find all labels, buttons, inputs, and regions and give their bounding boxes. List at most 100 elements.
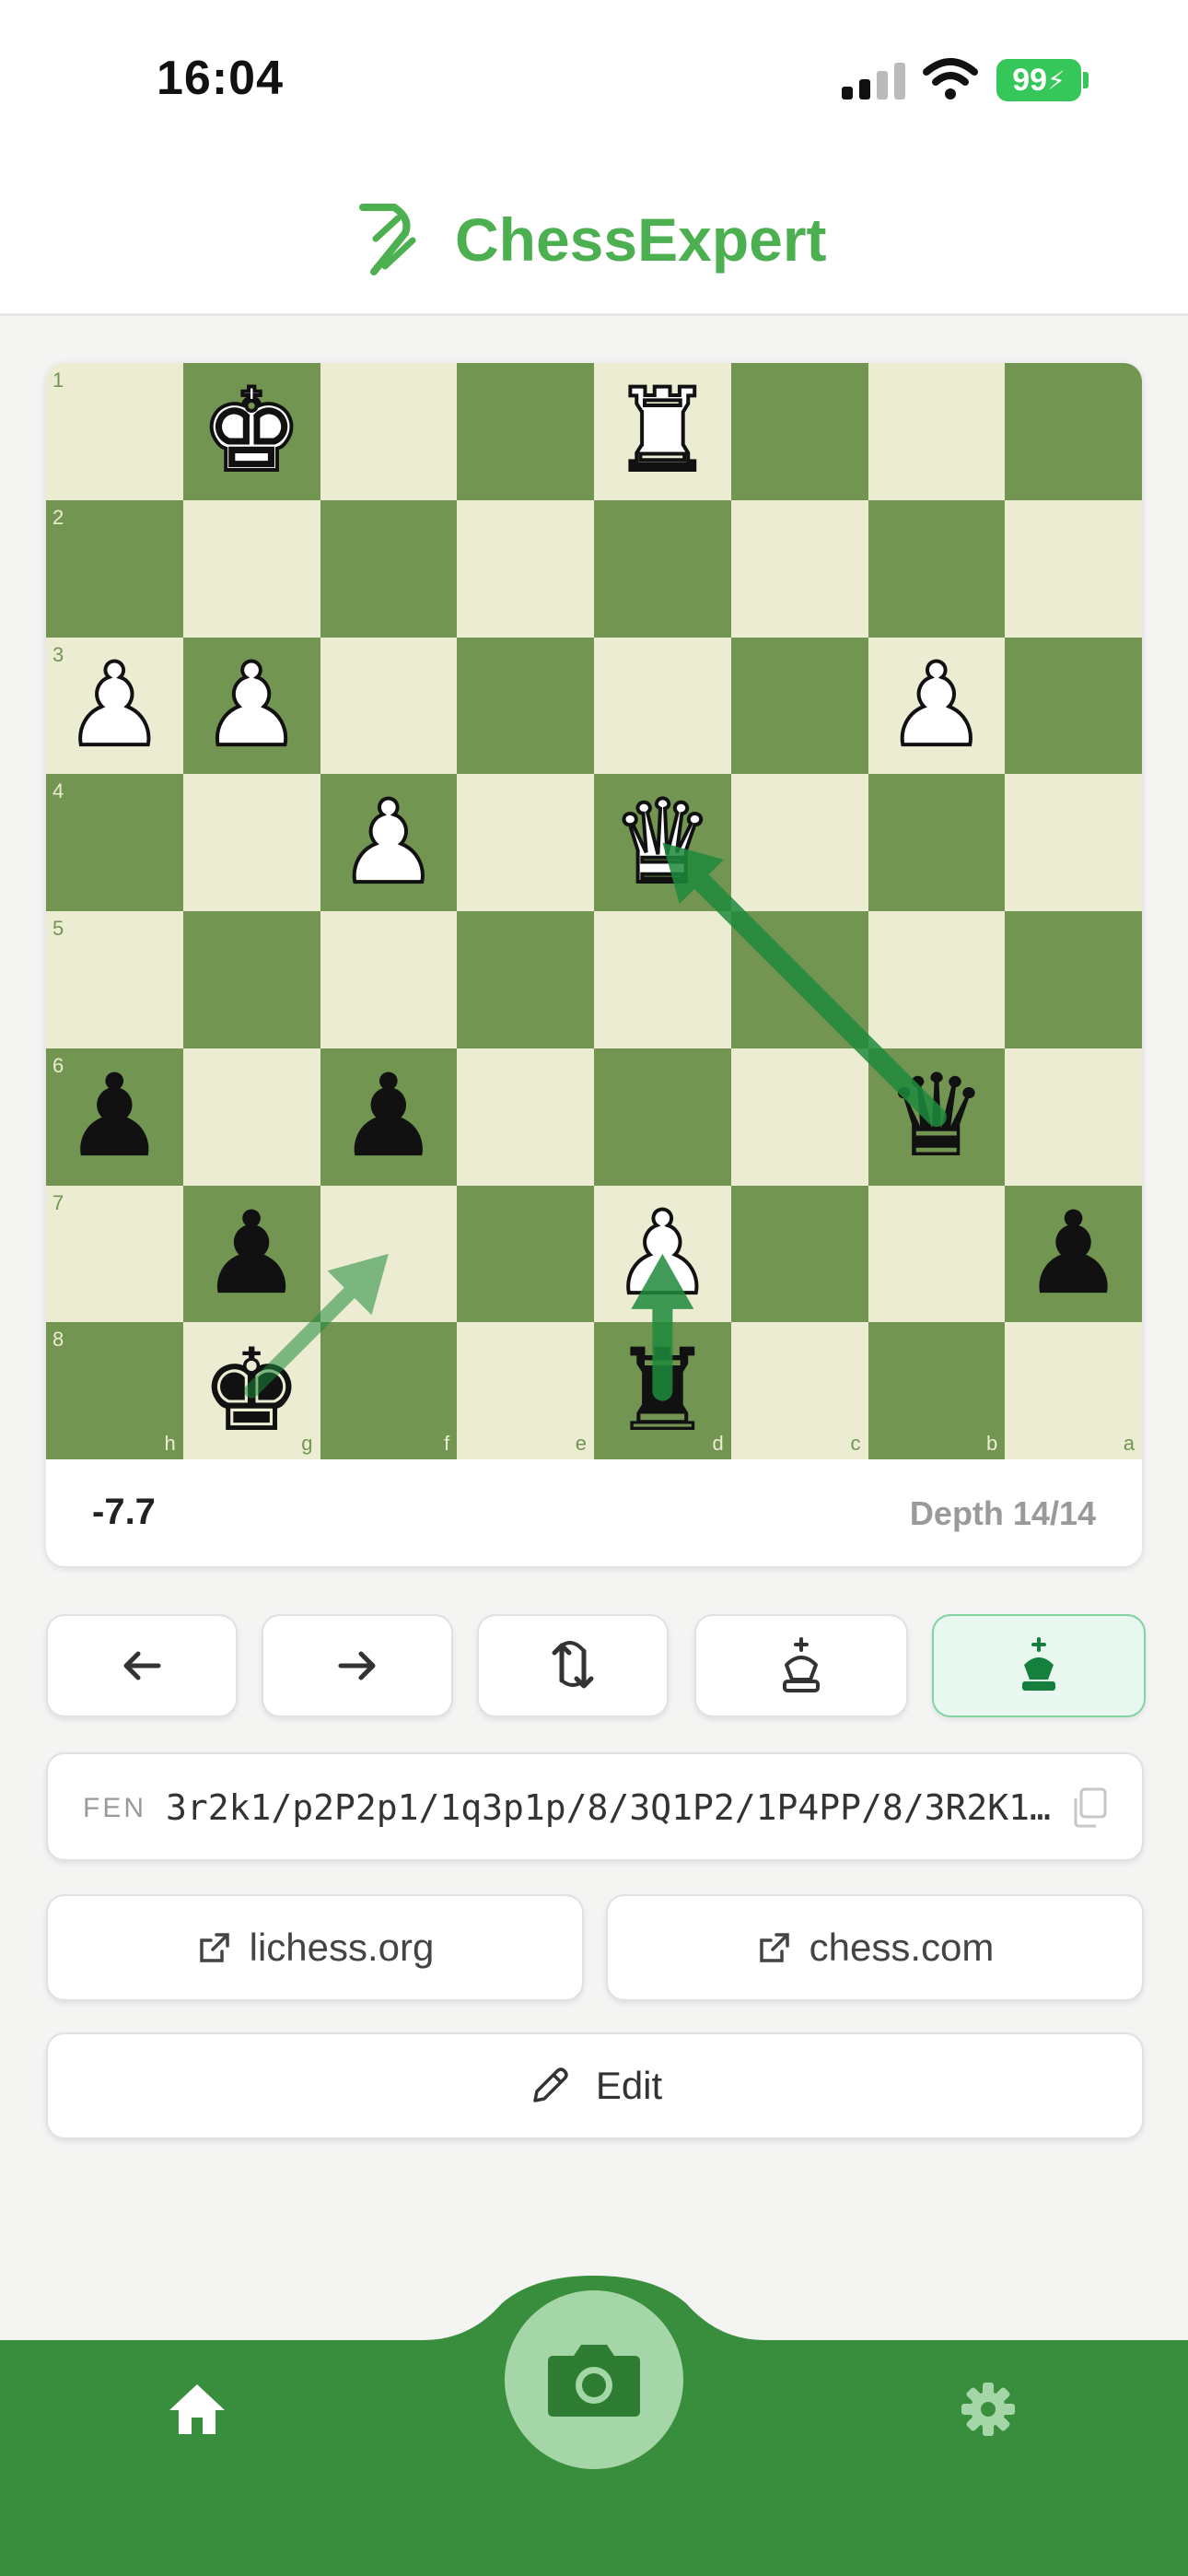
square-c1[interactable] [730,363,868,500]
square-a1[interactable] [1005,363,1142,500]
square-b7[interactable] [868,1185,1006,1323]
white-pawn-icon[interactable]: ♟ [868,638,1006,775]
rank-label: 2 [52,505,64,529]
board-card: 1 2 3 4 5 6 7 8 h g f e d c b a ♚ ♜ ♟ ♟ ♟ ♟ ♛ ♟ ♟ ♛ ♟ ♟ ♟ ♚ ♜ -7.7 Dep… [46,363,1142,1566]
square-e8[interactable]: e [457,1322,594,1459]
square-b2[interactable] [868,499,1006,638]
square-c5[interactable] [730,911,868,1048]
play-as-white-button[interactable] [694,1614,908,1717]
square-d5[interactable] [594,911,731,1048]
square-d2[interactable] [594,499,731,638]
arrow-left-icon [123,1651,161,1680]
square-f5[interactable] [320,911,458,1048]
flip-board-button[interactable] [477,1614,669,1717]
square-f1[interactable] [320,363,458,500]
black-pawn-icon[interactable]: ♟ [1005,1186,1142,1323]
square-e2[interactable] [457,499,594,638]
white-queen-icon[interactable]: ♛ [594,774,731,911]
square-g6[interactable] [182,1048,320,1186]
rank-label: 5 [52,917,64,940]
chesscom-button[interactable]: chess.com [606,1894,1144,2001]
edit-label: Edit [595,2064,663,2107]
white-pawn-icon[interactable]: ♟ [46,638,183,775]
file-label: h [164,1432,176,1455]
square-c6[interactable] [730,1048,868,1186]
next-move-button[interactable] [262,1614,453,1717]
black-pawn-icon[interactable]: ♟ [46,1048,183,1186]
square-e3[interactable] [457,637,594,775]
play-as-black-button[interactable] [932,1614,1146,1717]
rank-label: 8 [52,1328,64,1352]
square-d6[interactable] [594,1048,731,1186]
white-king-icon[interactable]: ♚ [183,363,320,500]
settings-icon[interactable] [960,2381,1017,2438]
square-c2[interactable] [730,499,868,638]
battery-level: 99 [1012,62,1048,98]
square-d3[interactable] [594,637,731,775]
cellular-signal-icon [842,61,908,100]
home-icon[interactable] [168,2383,227,2436]
lichess-label: lichess.org [249,1926,435,1969]
fen-field[interactable]: FEN 3r2k1/p2P2p1/1q3p1p/8/3Q1P2/1P4PP/8/… [46,1752,1144,1861]
square-f3[interactable] [320,637,458,775]
chesscom-label: chess.com [809,1926,995,1969]
arrow-right-icon [338,1651,376,1680]
rank-label: 7 [52,1190,64,1214]
square-b4[interactable] [868,774,1006,911]
square-a5[interactable] [1005,911,1142,1048]
square-h4[interactable]: 4 [46,774,183,911]
square-b5[interactable] [868,911,1006,1048]
file-label: f [444,1432,450,1455]
square-e7[interactable] [457,1185,594,1323]
white-rook-icon[interactable]: ♜ [594,363,731,500]
square-c4[interactable] [730,774,868,911]
square-f2[interactable] [320,499,458,638]
file-label: e [575,1432,587,1455]
square-h5[interactable]: 5 [46,911,183,1048]
black-rook-icon[interactable]: ♜ [594,1322,731,1459]
previous-move-button[interactable] [46,1614,238,1717]
square-c8[interactable]: c [730,1322,868,1459]
chess-board[interactable]: 1 2 3 4 5 6 7 8 h g f e d c b a ♚ ♜ ♟ ♟ ♟ ♟ ♛ ♟ ♟ ♛ ♟ ♟ ♟ ♚ ♜ [46,363,1142,1459]
black-king-icon[interactable]: ♚ [183,1322,320,1459]
square-f8[interactable]: f [320,1322,458,1459]
square-c7[interactable] [730,1185,868,1323]
search-depth: Depth 14/14 [909,1494,1096,1532]
square-e1[interactable] [457,363,594,500]
square-g5[interactable] [182,911,320,1048]
square-a2[interactable] [1005,499,1142,638]
square-h1[interactable]: 1 [46,363,183,500]
white-king-icon [783,1637,820,1692]
top-bar: 16:04 99 ⚡ ChessExpert [0,0,1188,316]
square-a6[interactable] [1005,1048,1142,1186]
square-c3[interactable] [730,637,868,775]
square-e5[interactable] [457,911,594,1048]
square-b1[interactable] [868,363,1006,500]
status-time: 16:04 [157,52,284,105]
white-pawn-icon[interactable]: ♟ [320,774,458,911]
wifi-icon [923,58,978,100]
square-g2[interactable] [182,499,320,638]
square-a4[interactable] [1005,774,1142,911]
square-h7[interactable]: 7 [46,1185,183,1323]
square-a3[interactable] [1005,637,1142,775]
square-g4[interactable] [182,774,320,911]
copy-icon[interactable] [1070,1787,1107,1828]
file-label: b [986,1432,998,1455]
square-b8[interactable]: b [868,1322,1006,1459]
black-pawn-icon[interactable]: ♟ [320,1048,458,1186]
square-h2[interactable]: 2 [46,499,183,638]
edit-button[interactable]: Edit [46,2032,1144,2139]
white-pawn-icon[interactable]: ♟ [594,1186,731,1323]
black-pawn-icon[interactable]: ♟ [183,1186,320,1323]
file-label: a [1123,1432,1135,1455]
square-e6[interactable] [457,1048,594,1186]
lichess-button[interactable]: lichess.org [46,1894,584,2001]
square-a8[interactable]: a [1005,1322,1142,1459]
square-e4[interactable] [457,774,594,911]
square-f7[interactable] [320,1185,458,1323]
camera-button[interactable] [505,2290,683,2469]
square-h8[interactable]: 8h [46,1322,183,1459]
black-queen-icon[interactable]: ♛ [868,1048,1006,1186]
white-pawn-icon[interactable]: ♟ [183,638,320,775]
